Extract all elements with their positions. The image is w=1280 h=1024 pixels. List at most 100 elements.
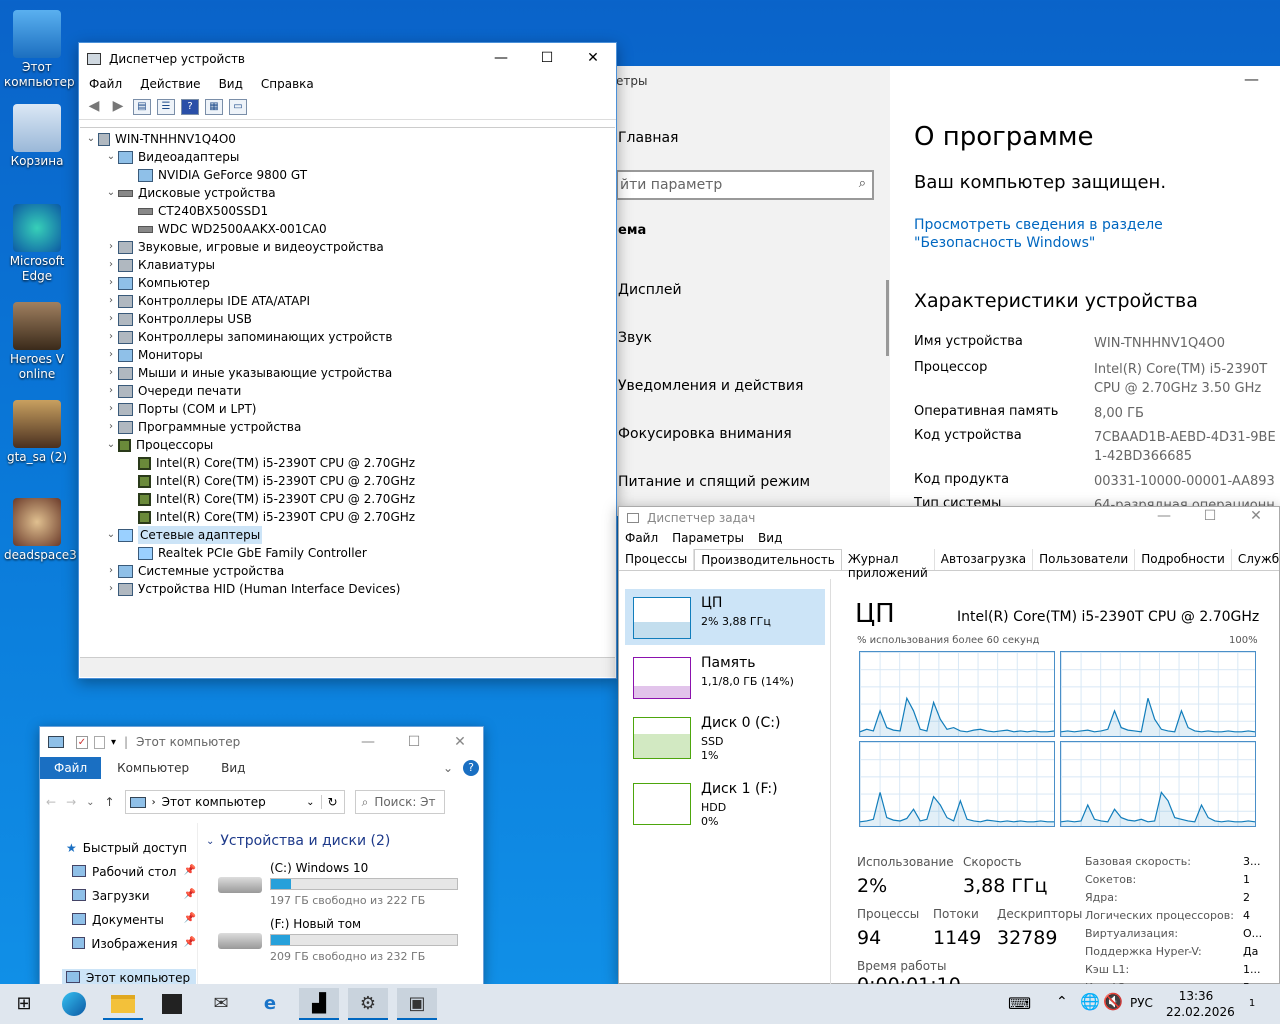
close-button[interactable]: ✕ [437, 727, 483, 758]
desktop-icon[interactable]: Microsoft Edge [4, 204, 70, 284]
resource-item[interactable]: Диск 1 (F:) HDD 0% [625, 775, 825, 831]
chevron-right-icon[interactable]: › [104, 562, 118, 580]
nav-quick-access[interactable]: ★ Быстрый доступ [66, 841, 187, 855]
settings-nav-item[interactable]: Дисплей [618, 282, 682, 298]
close-button[interactable]: ✕ [570, 43, 616, 74]
taskmgr-titlebar[interactable]: Диспетчер задач — ☐ ✕ [619, 507, 1279, 529]
tree-device[interactable]: Intel(R) Core(TM) i5-2390T CPU @ 2.70GHz [124, 490, 415, 508]
minimize-button[interactable]: — [478, 43, 524, 74]
new-folder-icon[interactable] [94, 735, 105, 749]
explorer-titlebar[interactable]: ✓ ▾ | Этот компьютер — ☐ ✕ [40, 727, 483, 757]
menu-item[interactable]: Параметры [672, 531, 744, 545]
menu-item[interactable]: Действие [140, 77, 200, 91]
chevron-right-icon[interactable]: › [104, 346, 118, 364]
tree-device[interactable]: Realtek PCIe GbE Family Controller [124, 544, 367, 562]
qat-dropdown-icon[interactable]: ▾ [111, 737, 116, 748]
settings-nav-item[interactable]: Звук [618, 330, 652, 346]
explorer-search-input[interactable]: Поиск: Эт [374, 795, 435, 809]
chevron-right-icon[interactable]: › [104, 238, 118, 256]
tree-category[interactable]: › Порты (COM и LPT) [104, 400, 256, 418]
tree-root[interactable]: ⌄ WIN-TNHHNV1Q4O0 [84, 130, 236, 148]
chevron-down-icon[interactable]: ⌄ [84, 130, 98, 148]
properties-icon[interactable]: ☰ [157, 98, 175, 115]
tree-category[interactable]: › Контроллеры USB [104, 310, 252, 328]
menu-item[interactable]: Файл [89, 77, 122, 91]
mail-taskbar-icon[interactable]: ✉ [201, 988, 241, 1020]
scan-hardware-icon[interactable]: ▭ [229, 98, 247, 115]
input-language[interactable]: РУС [1130, 996, 1153, 1010]
security-link[interactable]: Просмотреть сведения в разделе "Безопасн… [914, 216, 1254, 252]
tab[interactable]: Журнал приложений [842, 549, 935, 580]
tree-category[interactable]: › Мониторы [104, 346, 203, 364]
tree-device[interactable]: WDC WD2500AAKX-001CA0 [124, 220, 327, 238]
tree-category[interactable]: › Системные устройства [104, 562, 284, 580]
desktop-icon[interactable]: Этот компьютер [4, 10, 75, 90]
chevron-down-icon[interactable]: ⌄ [206, 833, 214, 851]
chevron-right-icon[interactable]: › [104, 328, 118, 346]
tree-category[interactable]: › Контроллеры запоминающих устройств [104, 328, 392, 346]
maximize-button[interactable]: ☐ [391, 727, 437, 758]
chevron-down-icon[interactable]: ⌄ [306, 797, 314, 808]
tree-category[interactable]: ⌄ Видеоадаптеры [104, 148, 240, 166]
tab[interactable]: Процессы [619, 549, 695, 570]
settings-search-input[interactable]: йти параметр [620, 177, 722, 193]
tree-category[interactable]: › Клавиатуры [104, 256, 215, 274]
menu-item[interactable]: Вид [758, 531, 782, 545]
tree-device[interactable]: NVIDIA GeForce 9800 GT [124, 166, 307, 184]
minimize-icon[interactable]: — [1244, 70, 1259, 88]
menu-item[interactable]: Файл [625, 531, 658, 545]
tab[interactable]: Автозагрузка [935, 549, 1034, 570]
device-tree[interactable]: ⌄ WIN-TNHHNV1Q4O0 ⌄ Видеоадаптеры NVIDIA G… [80, 127, 615, 656]
drive-item[interactable]: (C:) Windows 10 197 ГБ свободно из 222 ГБ [218, 861, 468, 911]
tree-device[interactable]: Intel(R) Core(TM) i5-2390T CPU @ 2.70GHz [124, 472, 415, 490]
resource-item[interactable]: ЦП 2% 3,88 ГГц [625, 589, 825, 645]
chevron-right-icon[interactable]: › [104, 400, 118, 418]
tab[interactable]: Пользователи [1033, 549, 1136, 570]
nav-item[interactable]: Документы 📌 [72, 913, 196, 927]
chevron-right-icon[interactable]: › [104, 310, 118, 328]
chevron-down-icon[interactable]: ⌄ [104, 436, 118, 454]
chevron-right-icon[interactable]: › [104, 256, 118, 274]
chevron-right-icon[interactable]: › [104, 364, 118, 382]
ribbon-tab[interactable]: Компьютер [101, 761, 205, 775]
desktop-icon[interactable]: Heroes V online [4, 302, 70, 382]
edge-taskbar-icon[interactable] [54, 988, 94, 1020]
back-arrow-icon[interactable]: ◀ [85, 99, 103, 115]
tree-category[interactable]: › Очереди печати [104, 382, 241, 400]
drive-item[interactable]: (F:) Новый том 209 ГБ свободно из 232 ГБ [218, 917, 468, 967]
back-arrow-icon[interactable]: ← [46, 795, 56, 809]
settings-nav-item[interactable]: Уведомления и действия [618, 378, 803, 394]
chevron-right-icon[interactable]: › [104, 292, 118, 310]
chevron-down-icon[interactable]: ⌄ [104, 526, 118, 544]
nav-item[interactable]: Изображения 📌 [72, 937, 196, 951]
maximize-button[interactable]: ☐ [524, 43, 570, 74]
chevron-down-icon[interactable]: ⌄ [443, 761, 453, 775]
up-arrow-icon[interactable]: ↑ [105, 795, 115, 809]
drives-group-header[interactable]: ⌄ Устройства и диски (2) [206, 833, 390, 851]
tree-category[interactable]: › Программные устройства [104, 418, 301, 436]
desktop-icon[interactable]: deadspace3 [4, 498, 77, 563]
tab[interactable]: Подробности [1135, 549, 1232, 570]
properties-view-icon[interactable]: ▤ [133, 98, 151, 115]
store-taskbar-icon[interactable] [152, 988, 192, 1020]
explorer-search[interactable]: ⌕ Поиск: Эт [354, 790, 445, 814]
tab[interactable]: Производительность [694, 549, 842, 570]
chevron-down-icon[interactable]: ⌄ [104, 148, 118, 166]
chevron-right-icon[interactable]: › [104, 580, 118, 598]
chevron-down-icon[interactable]: ⌄ [104, 184, 118, 202]
ribbon-tab[interactable]: Вид [205, 761, 261, 775]
tree-category[interactable]: ⌄ Сетевые адаптеры [104, 526, 263, 544]
tree-category[interactable]: ⌄ Процессоры [104, 436, 213, 454]
refresh-icon[interactable]: ↻ [320, 795, 344, 809]
devmgr-titlebar[interactable]: Диспетчер устройств — ☐ ✕ [79, 43, 616, 74]
tree-category[interactable]: › Звуковые, игровые и видеоустройства [104, 238, 384, 256]
minimize-button[interactable]: — [1141, 507, 1187, 529]
file-explorer-taskbar-icon[interactable] [103, 988, 143, 1020]
help-icon[interactable]: ? [463, 760, 479, 776]
start-button[interactable]: ⊞ [4, 988, 44, 1020]
update-driver-icon[interactable]: ▦ [205, 98, 223, 115]
tree-category[interactable]: › Компьютер [104, 274, 210, 292]
menu-item[interactable]: Справка [261, 77, 314, 91]
tree-device[interactable]: Intel(R) Core(TM) i5-2390T CPU @ 2.70GHz [124, 508, 415, 526]
chevron-down-icon[interactable]: ⌄ [86, 797, 94, 808]
